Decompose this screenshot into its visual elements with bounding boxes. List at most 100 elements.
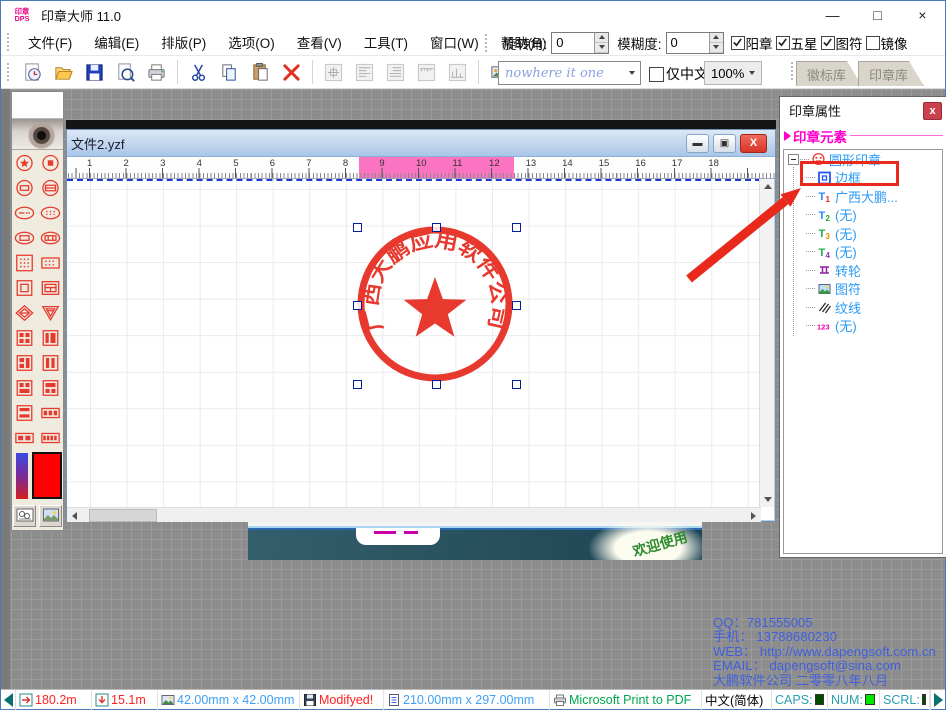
five-star-checkbox[interactable] xyxy=(776,36,790,50)
new-icon[interactable] xyxy=(20,59,46,85)
tree-node-tree-t3-icon[interactable]: T3(无) xyxy=(784,224,942,243)
design-canvas[interactable]: 广西大鹏应用软件公司 xyxy=(67,179,761,507)
tree-node-label[interactable]: 图符 xyxy=(835,279,861,298)
menu-tools[interactable]: 工具(T) xyxy=(353,36,419,51)
seal-circle-star-icon[interactable] xyxy=(12,150,38,175)
seal-tworows-bar-icon[interactable] xyxy=(12,350,38,375)
seal-circle-rect-icon[interactable] xyxy=(12,175,38,200)
scrollbar-thumb[interactable] xyxy=(89,509,157,522)
seal-square-inner-icon[interactable] xyxy=(12,275,38,300)
tree-node-tree-t2-icon[interactable]: T2(无) xyxy=(784,206,942,225)
checkbox-mirror[interactable]: 镜像 xyxy=(866,33,908,53)
yang-seal-checkbox[interactable] xyxy=(731,36,745,50)
chevron-down-icon[interactable] xyxy=(624,71,640,75)
status-scroll-left-button[interactable] xyxy=(1,690,16,710)
menu-edit[interactable]: 编辑(E) xyxy=(83,36,150,51)
tree-node-tree-image-icon[interactable]: 图符 xyxy=(784,280,942,299)
seal-twocols-icon[interactable] xyxy=(38,350,64,375)
library-button[interactable] xyxy=(39,505,62,527)
doc-close-button[interactable]: X xyxy=(740,134,767,153)
seal-top1-bottom2-icon[interactable] xyxy=(38,375,64,400)
seal-ellipse-rect-lines-icon[interactable] xyxy=(38,225,64,250)
selection-handle[interactable] xyxy=(353,223,362,232)
scroll-left-arrow[interactable] xyxy=(67,508,82,523)
tree-node-label[interactable]: (无) xyxy=(835,242,857,261)
tree-collapse-icon[interactable] xyxy=(788,154,799,165)
font-select[interactable]: nowhere it one xyxy=(498,61,641,85)
print-icon[interactable] xyxy=(144,59,170,85)
rotate-angle-spin-buttons[interactable] xyxy=(594,33,608,53)
doc-minimize-button[interactable]: ▬ xyxy=(686,134,709,153)
seal-triangle-icon[interactable] xyxy=(38,300,64,325)
selection-handle[interactable] xyxy=(432,380,441,389)
tab-logo-lib[interactable]: 徽标库 xyxy=(796,61,862,86)
doc-restore-button[interactable]: ▣ xyxy=(713,134,736,153)
tree-node-label[interactable]: 纹线 xyxy=(835,298,861,317)
selection-handle[interactable] xyxy=(432,223,441,232)
checkbox-glyph[interactable]: 图符 xyxy=(821,33,863,53)
menu-file[interactable]: 文件(F) xyxy=(17,36,83,51)
seal-quad-icon[interactable] xyxy=(12,325,38,350)
seal-top2-bottom1-icon[interactable] xyxy=(12,375,38,400)
selection-handle[interactable] xyxy=(512,301,521,310)
cut-icon[interactable] xyxy=(186,59,212,85)
selection-handle[interactable] xyxy=(512,223,521,232)
panel-close-button[interactable]: x xyxy=(923,102,942,120)
color-gradient-bar[interactable] xyxy=(16,453,28,499)
menu-layout[interactable]: 排版(P) xyxy=(150,36,217,51)
rotate-angle-stepper[interactable] xyxy=(551,32,609,54)
minimize-button[interactable]: — xyxy=(810,1,855,29)
menu-view[interactable]: 查看(V) xyxy=(286,36,353,51)
seal-diamond-icon[interactable] xyxy=(12,300,38,325)
settings-button[interactable] xyxy=(13,505,36,527)
seal-ellipse-rect-icon[interactable] xyxy=(12,225,38,250)
current-color-swatch[interactable] xyxy=(32,452,62,499)
tree-node-tree-num-icon[interactable]: 123(无) xyxy=(784,317,942,336)
preview-icon[interactable] xyxy=(113,59,139,85)
zoom-select[interactable]: 100% xyxy=(704,61,762,85)
rotate-angle-input[interactable] xyxy=(552,33,594,53)
selection-handle[interactable] xyxy=(353,301,362,310)
seal-rect-dots-icon[interactable] xyxy=(38,250,64,275)
only-chinese-checkbox[interactable] xyxy=(649,67,664,82)
seal-wide2-icon[interactable] xyxy=(12,425,38,450)
tree-node-label[interactable]: (无) xyxy=(835,205,857,224)
only-chinese-option[interactable]: 仅中文 xyxy=(649,64,708,84)
checkbox-five-star[interactable]: 五星 xyxy=(776,33,818,53)
close-button[interactable]: × xyxy=(900,1,945,29)
checkbox-yang-seal[interactable]: 阳章 xyxy=(731,33,773,53)
seal-rect-split-icon[interactable] xyxy=(38,275,64,300)
seal-wide3-icon[interactable] xyxy=(38,400,64,425)
open-icon[interactable] xyxy=(51,59,77,85)
seal-ellipse-dots-icon[interactable] xyxy=(38,200,64,225)
document-title-bar[interactable]: 文件2.yzf ▬ ▣ X xyxy=(67,130,775,157)
tree-node-tree-wheel-icon[interactable]: 转轮 xyxy=(784,261,942,280)
copy-icon[interactable] xyxy=(217,59,243,85)
save-icon[interactable] xyxy=(82,59,108,85)
paste-icon[interactable] xyxy=(248,59,274,85)
horizontal-scrollbar[interactable] xyxy=(67,507,761,522)
menu-options[interactable]: 选项(O) xyxy=(217,36,286,51)
tree-node-label[interactable]: (无) xyxy=(835,316,857,335)
glyph-checkbox[interactable] xyxy=(821,36,835,50)
tab-seal-lib[interactable]: 印章库 xyxy=(858,61,924,86)
tree-node-tree-t1-icon[interactable]: T1广西大鹏... xyxy=(784,187,942,206)
mirror-checkbox[interactable] xyxy=(866,36,880,50)
seal-wide4-icon[interactable] xyxy=(38,425,64,450)
seal-circle-square-icon[interactable] xyxy=(38,150,64,175)
blur-stepper[interactable] xyxy=(666,32,724,54)
maximize-button[interactable]: □ xyxy=(855,1,900,29)
seal-hbars-icon[interactable] xyxy=(12,400,38,425)
selection-handle[interactable] xyxy=(512,380,521,389)
tree-node-label[interactable]: 广西大鹏... xyxy=(835,187,898,206)
tree-node-label[interactable]: (无) xyxy=(835,224,857,243)
tree-node-label[interactable]: 转轮 xyxy=(835,261,861,280)
tree-node-tree-t4-icon[interactable]: T4(无) xyxy=(784,243,942,262)
status-scroll-right-button[interactable] xyxy=(930,690,945,710)
selection-handle[interactable] xyxy=(353,380,362,389)
vertical-scrollbar[interactable] xyxy=(759,179,774,507)
seal-graphic[interactable]: 广西大鹏应用软件公司 xyxy=(335,204,535,404)
scroll-down-arrow[interactable] xyxy=(760,492,775,507)
seal-circle-rect-line-icon[interactable] xyxy=(38,175,64,200)
seal-ellipse-dashdot-icon[interactable] xyxy=(12,200,38,225)
